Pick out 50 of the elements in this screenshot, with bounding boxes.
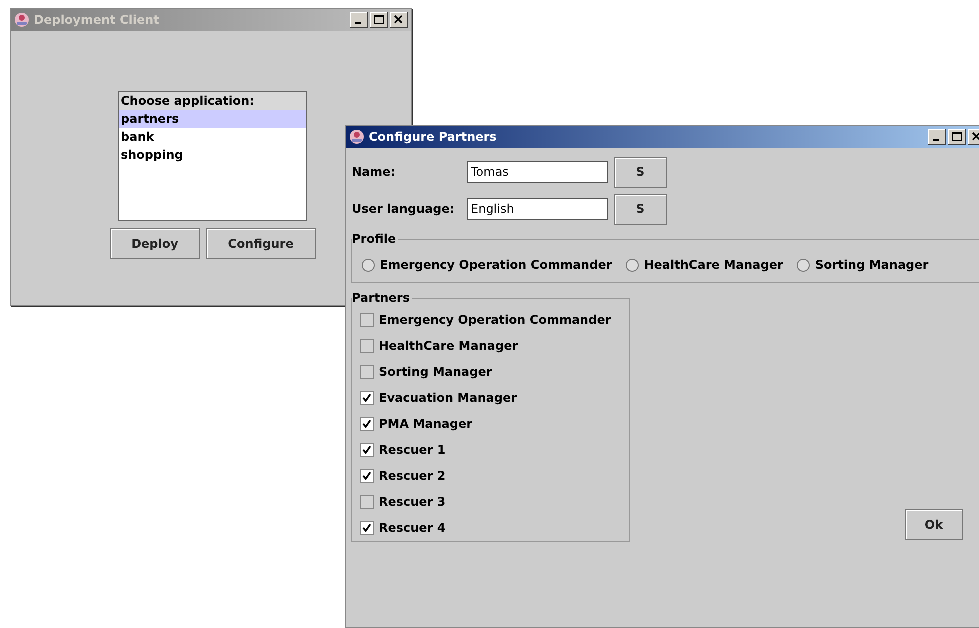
list-item[interactable]: partners bbox=[119, 110, 306, 128]
close-icon[interactable] bbox=[390, 12, 408, 28]
checkbox[interactable] bbox=[360, 391, 374, 405]
configure-button[interactable]: Configure bbox=[206, 228, 316, 259]
checkbox-option[interactable]: Rescuer 3 bbox=[360, 495, 621, 509]
deploy-button[interactable]: Deploy bbox=[110, 228, 200, 259]
checkbox-option[interactable]: Rescuer 2 bbox=[360, 469, 621, 483]
option-label: Evacuation Manager bbox=[379, 391, 518, 405]
option-label: Rescuer 1 bbox=[379, 443, 446, 457]
text-field[interactable]: Tomas bbox=[467, 161, 608, 183]
checkbox[interactable] bbox=[360, 469, 374, 483]
checkbox[interactable] bbox=[360, 443, 374, 457]
checkbox[interactable] bbox=[360, 339, 374, 353]
checkbox-option[interactable]: PMA Manager bbox=[360, 417, 621, 431]
checkbox[interactable] bbox=[360, 313, 374, 327]
checkbox-option[interactable]: Sorting Manager bbox=[360, 365, 621, 379]
option-label: Rescuer 3 bbox=[379, 495, 446, 509]
checkbox-option[interactable]: Evacuation Manager bbox=[360, 391, 621, 405]
text-field[interactable]: English bbox=[467, 198, 608, 220]
group-title: Partners bbox=[352, 291, 411, 305]
checkbox[interactable] bbox=[360, 495, 374, 509]
window-title: Configure Partners bbox=[369, 130, 498, 144]
option-label: Rescuer 4 bbox=[379, 521, 446, 535]
radio-button[interactable] bbox=[797, 258, 810, 272]
app-icon bbox=[349, 129, 365, 145]
checkbox[interactable] bbox=[360, 417, 374, 431]
maximize-icon[interactable] bbox=[370, 12, 388, 28]
option-label: Sorting Manager bbox=[379, 365, 492, 379]
option-label: HealthCare Manager bbox=[379, 339, 518, 353]
list-header: Choose application: bbox=[119, 92, 306, 110]
checkbox-option[interactable]: Rescuer 4 bbox=[360, 521, 621, 535]
checkbox[interactable] bbox=[360, 365, 374, 379]
maximize-icon[interactable] bbox=[948, 129, 966, 145]
radio-button[interactable] bbox=[626, 258, 640, 272]
minimize-icon[interactable] bbox=[928, 129, 946, 145]
set-button[interactable]: S bbox=[614, 194, 667, 224]
field-label: Name: bbox=[352, 165, 397, 179]
app-icon bbox=[14, 12, 30, 28]
radio-button[interactable] bbox=[362, 258, 375, 272]
checkbox[interactable] bbox=[360, 521, 374, 535]
checkbox-option[interactable]: HealthCare Manager bbox=[360, 339, 621, 353]
option-label: PMA Manager bbox=[379, 417, 473, 431]
field-label: User language: bbox=[352, 202, 456, 216]
option-label: Rescuer 2 bbox=[379, 469, 446, 483]
window-title: Deployment Client bbox=[34, 13, 160, 27]
minimize-icon[interactable] bbox=[350, 12, 368, 28]
group-title: Profile bbox=[352, 232, 398, 246]
ok-button[interactable]: Ok bbox=[905, 509, 963, 540]
set-button[interactable]: S bbox=[614, 156, 667, 188]
checkbox-option[interactable]: Rescuer 1 bbox=[360, 443, 621, 457]
